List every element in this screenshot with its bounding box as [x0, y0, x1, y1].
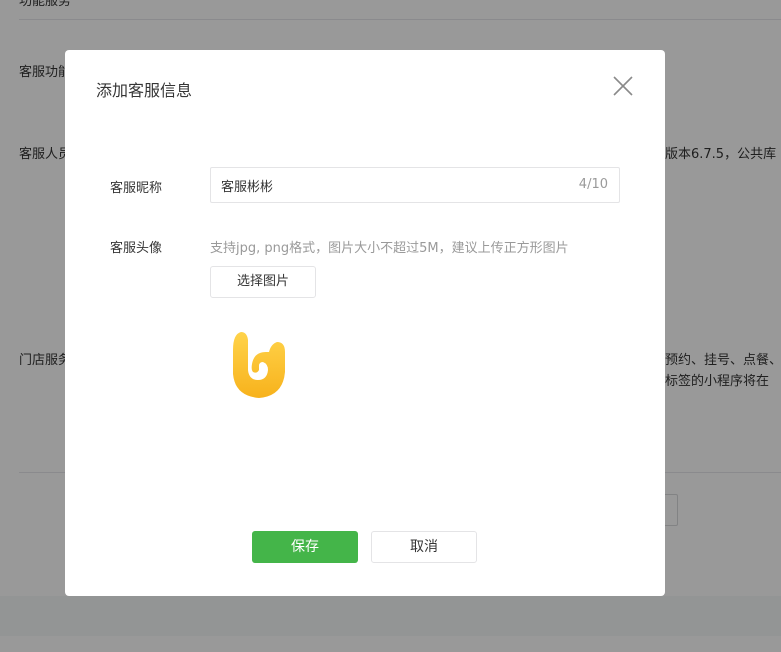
choose-image-button[interactable]: 选择图片 [210, 266, 316, 298]
dialog-title: 添加客服信息 [96, 81, 193, 100]
character-counter: 4/10 [578, 177, 608, 192]
avatar-hint: 支持jpg, png格式，图片大小不超过5M，建议上传正方形图片 [210, 241, 569, 256]
close-icon[interactable] [611, 74, 635, 98]
nickname-field[interactable]: 4/10 [210, 167, 620, 203]
avatar-label: 客服头像 [110, 241, 163, 256]
avatar-image [227, 326, 291, 400]
nickname-input[interactable] [221, 168, 561, 202]
nickname-label: 客服昵称 [110, 181, 163, 196]
cancel-button[interactable]: 取消 [371, 531, 477, 563]
save-button[interactable]: 保存 [252, 531, 358, 563]
add-staff-dialog: 添加客服信息 客服昵称 4/10 客服头像 支持jpg, png格式，图片大小不… [65, 50, 665, 596]
